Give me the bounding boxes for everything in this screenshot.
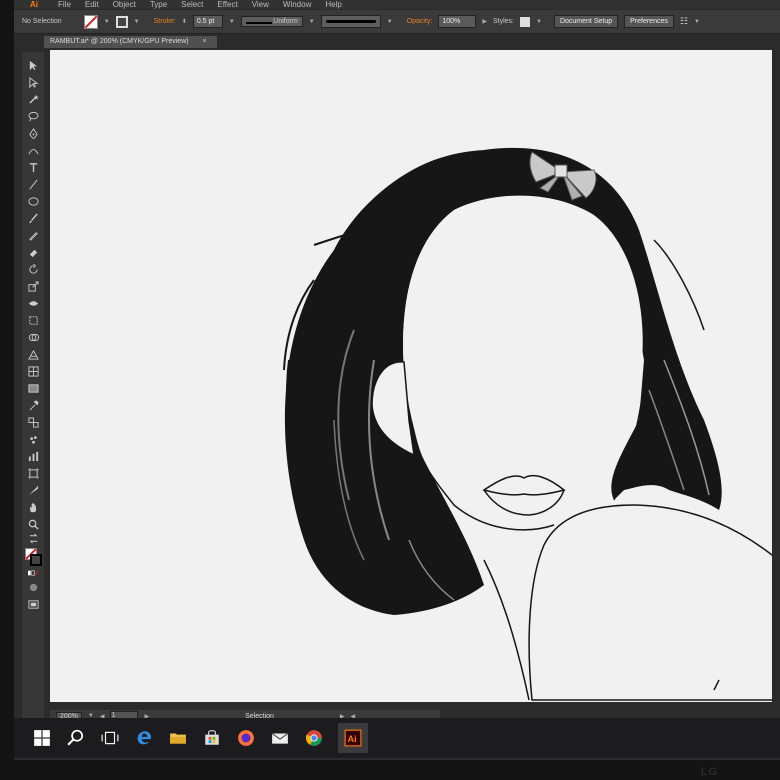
- chevron-down-icon[interactable]: ▼: [104, 19, 110, 25]
- preferences-button[interactable]: Preferences: [624, 15, 674, 28]
- stroke-swatch[interactable]: [115, 15, 128, 28]
- control-bar: No Selection ▼ ▼ Stroke: ⬍ 0.5 pt ▼ Unif…: [14, 10, 780, 34]
- fill-swatch[interactable]: [83, 14, 98, 29]
- gradient-tool-icon[interactable]: [26, 381, 40, 396]
- color-modes-icon[interactable]: [26, 568, 40, 578]
- monitor-brand-logo: LG: [700, 766, 718, 778]
- mesh-tool-icon[interactable]: [26, 364, 40, 379]
- illustrator-icon: Ai: [344, 729, 362, 747]
- selection-tool-icon[interactable]: [26, 58, 40, 73]
- rotate-tool-icon[interactable]: [26, 262, 40, 277]
- menu-type[interactable]: Type: [150, 0, 167, 9]
- file-explorer-icon[interactable]: [168, 728, 188, 748]
- screen-mode-icon[interactable]: [26, 597, 40, 612]
- chrome-icon[interactable]: [304, 728, 324, 748]
- lasso-tool-icon[interactable]: [26, 109, 40, 124]
- slice-tool-icon[interactable]: [26, 483, 40, 498]
- swap-fill-stroke-icon[interactable]: [26, 533, 40, 543]
- edge-icon[interactable]: [134, 728, 154, 748]
- stroke-weight-input[interactable]: 0.5 pt: [192, 15, 223, 28]
- close-icon[interactable]: ×: [203, 38, 207, 45]
- illustrator-icon-label: Ai: [348, 734, 357, 744]
- eraser-tool-icon[interactable]: [26, 245, 40, 260]
- firefox-icon[interactable]: [236, 728, 256, 748]
- menu-object[interactable]: Object: [113, 0, 136, 9]
- direct-selection-tool-icon[interactable]: [26, 75, 40, 90]
- arrange-documents-icon[interactable]: ☷: [680, 16, 688, 27]
- width-tool-icon[interactable]: [26, 296, 40, 311]
- graphic-styles-swatch[interactable]: [520, 16, 531, 27]
- menu-file[interactable]: File: [58, 0, 71, 9]
- chevron-down-icon[interactable]: ▼: [229, 19, 235, 25]
- draw-mode-icon[interactable]: [26, 580, 40, 595]
- pencil-tool-icon[interactable]: [26, 228, 40, 243]
- shoulder-shape: [528, 504, 772, 701]
- menu-view[interactable]: View: [252, 0, 269, 9]
- column-graph-tool-icon[interactable]: [26, 449, 40, 464]
- free-transform-tool-icon[interactable]: [26, 313, 40, 328]
- menu-help[interactable]: Help: [325, 0, 341, 9]
- stroke-color-icon[interactable]: [30, 554, 42, 566]
- pen-tool-icon[interactable]: [26, 126, 40, 141]
- hair-illustration[interactable]: [50, 50, 772, 702]
- menu-bar: Ai File Edit Object Type Select Effect V…: [14, 0, 780, 9]
- blend-tool-icon[interactable]: [26, 415, 40, 430]
- stepper-icon[interactable]: ⬍: [182, 18, 187, 25]
- task-view-icon[interactable]: [100, 728, 120, 748]
- bow-knot: [554, 164, 568, 178]
- brush-preview: [325, 20, 376, 23]
- screen: Ai File Edit Object Type Select Effect V…: [14, 0, 780, 760]
- magic-wand-tool-icon[interactable]: [26, 92, 40, 107]
- type-tool-icon[interactable]: [26, 160, 40, 175]
- menu-window[interactable]: Window: [283, 0, 311, 9]
- windows-taskbar: Ai: [14, 718, 780, 758]
- opacity-input[interactable]: 100%: [438, 15, 477, 28]
- store-icon[interactable]: [202, 728, 222, 748]
- document-setup-button[interactable]: Document Setup: [553, 15, 619, 28]
- chevron-down-icon[interactable]: ▼: [536, 19, 542, 25]
- stroke-profile-label: Uniform: [273, 18, 298, 25]
- paintbrush-tool-icon[interactable]: [26, 211, 40, 226]
- opacity-label[interactable]: Opacity:: [407, 18, 433, 25]
- tools-panel: [22, 52, 44, 722]
- stroke-preview: [245, 22, 272, 24]
- zoom-tool-icon[interactable]: [26, 517, 40, 532]
- menu-select[interactable]: Select: [181, 0, 203, 9]
- chevron-down-icon[interactable]: ▼: [694, 19, 700, 25]
- windows-start-icon[interactable]: [32, 728, 52, 748]
- symbol-sprayer-tool-icon[interactable]: [26, 432, 40, 447]
- perspective-grid-tool-icon[interactable]: [26, 347, 40, 362]
- brush-definition-select[interactable]: [320, 15, 381, 28]
- search-icon[interactable]: [66, 728, 86, 748]
- document-tab[interactable]: RAMBUT.ai* @ 200% (CMYK/GPU Preview) ×: [44, 36, 217, 48]
- chevron-right-icon[interactable]: ▶: [482, 18, 487, 25]
- fill-stroke-selector[interactable]: [25, 548, 42, 566]
- styles-label: Styles:: [493, 18, 515, 25]
- neck-line: [483, 559, 530, 701]
- shape-builder-tool-icon[interactable]: [26, 330, 40, 345]
- mail-icon[interactable]: [270, 728, 290, 748]
- stroke-profile-select[interactable]: Uniform: [240, 16, 303, 27]
- selection-status: No Selection: [22, 18, 62, 25]
- curvature-tool-icon[interactable]: [26, 143, 40, 158]
- chevron-down-icon[interactable]: ▼: [387, 19, 393, 25]
- menu-effect[interactable]: Effect: [217, 0, 237, 9]
- illustrator-taskbar-button[interactable]: Ai: [338, 723, 368, 753]
- artboard-canvas[interactable]: [50, 50, 772, 702]
- artboard-tool-icon[interactable]: [26, 466, 40, 481]
- document-tab-title: RAMBUT.ai* @ 200% (CMYK/GPU Preview): [50, 38, 189, 45]
- menu-edit[interactable]: Edit: [85, 0, 99, 9]
- stroke-label[interactable]: Stroke:: [154, 18, 176, 25]
- hand-tool-icon[interactable]: [26, 500, 40, 515]
- line-segment-tool-icon[interactable]: [26, 177, 40, 192]
- illustrator-logo: Ai: [30, 0, 38, 9]
- ellipse-tool-icon[interactable]: [26, 194, 40, 209]
- scale-tool-icon[interactable]: [26, 279, 40, 294]
- chevron-down-icon[interactable]: ▼: [134, 19, 140, 25]
- chevron-down-icon[interactable]: ▼: [309, 19, 315, 25]
- eyedropper-tool-icon[interactable]: [26, 398, 40, 413]
